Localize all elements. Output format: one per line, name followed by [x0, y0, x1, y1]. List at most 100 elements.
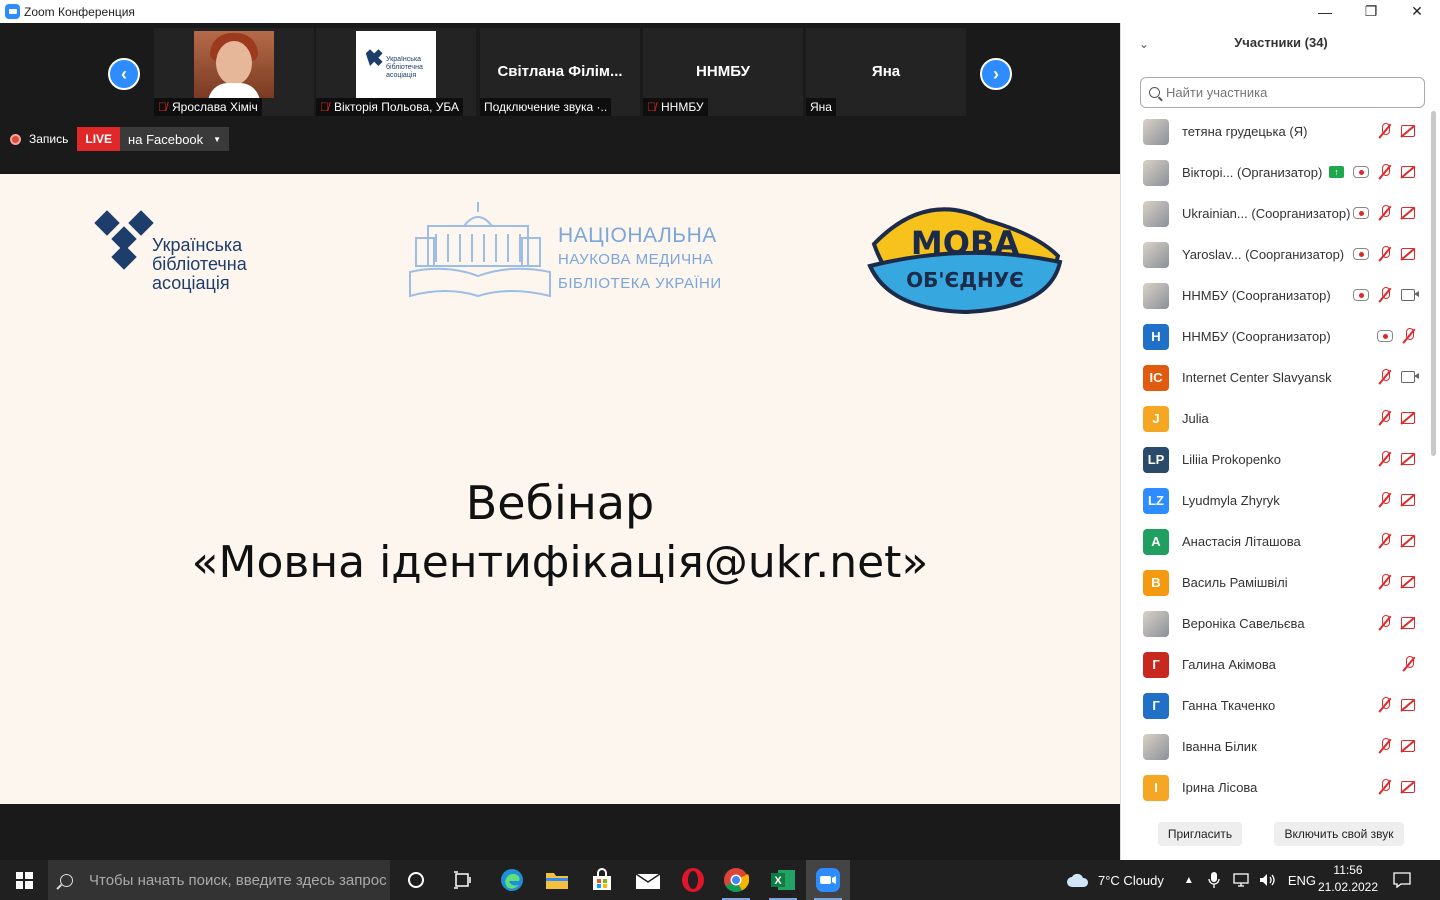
participant-avatar: [1143, 159, 1169, 186]
mic-muted-icon[interactable]: [1378, 738, 1392, 754]
video-off-icon[interactable]: [1401, 616, 1419, 629]
video-tile[interactable]: 🎙̸ Ярослава Хіміч: [154, 28, 314, 116]
caret-down-icon: ▼: [213, 134, 222, 144]
participant-row[interactable]: тетяна грудецька (Я): [1121, 111, 1431, 152]
prev-page-button[interactable]: ‹: [108, 58, 140, 90]
opera-button[interactable]: [671, 860, 715, 900]
participant-name: Вікторі... (Организатор): [1182, 165, 1323, 180]
unmute-myself-button[interactable]: Включить свой звук: [1274, 822, 1404, 846]
video-off-icon[interactable]: [1401, 739, 1419, 752]
participant-avatar: Н: [1143, 323, 1169, 350]
mic-muted-icon[interactable]: [1378, 205, 1392, 221]
minimize-button[interactable]: —: [1302, 0, 1348, 23]
participant-name: Internet Center Slavyansk: [1182, 370, 1332, 385]
participant-row[interactable]: Yaroslav... (Соорганизатор): [1121, 234, 1431, 275]
participant-row[interactable]: Ukrainian... (Соорганизатор): [1121, 193, 1431, 234]
task-view-button[interactable]: [441, 860, 485, 900]
participant-row[interactable]: Н ННМБУ (Соорганизатор): [1121, 316, 1431, 357]
video-camera-icon[interactable]: [1401, 371, 1419, 383]
video-off-icon[interactable]: [1401, 124, 1419, 137]
video-off-icon[interactable]: [1401, 247, 1419, 260]
participant-row[interactable]: Г Галина Акімова: [1121, 644, 1431, 685]
video-tile[interactable]: Яна Яна: [806, 28, 966, 116]
uba-logo-text: Українська бібліотечна асоціація: [152, 235, 247, 293]
volume-icon[interactable]: [1258, 872, 1276, 888]
participant-row[interactable]: ННМБУ (Соорганизатор): [1121, 275, 1431, 316]
next-page-button[interactable]: ›: [980, 58, 1012, 90]
video-off-icon[interactable]: [1401, 165, 1419, 178]
mic-muted-icon[interactable]: [1378, 533, 1392, 549]
mic-muted-icon[interactable]: [1378, 164, 1392, 180]
mic-muted-icon[interactable]: [1378, 697, 1392, 713]
participant-row[interactable]: Вікторі... (Организатор) ↑: [1121, 152, 1431, 193]
participant-row[interactable]: Вероніка Савельєва: [1121, 603, 1431, 644]
video-off-icon[interactable]: [1401, 575, 1419, 588]
microphone-icon[interactable]: [1208, 871, 1220, 889]
participant-avatar: [1143, 282, 1169, 309]
close-button[interactable]: ✕: [1394, 0, 1440, 23]
cortana-button[interactable]: [394, 860, 438, 900]
file-explorer-button[interactable]: [535, 860, 579, 900]
participant-row[interactable]: А Анастасія Літашова: [1121, 521, 1431, 562]
mic-muted-icon[interactable]: [1378, 246, 1392, 262]
video-off-icon[interactable]: [1401, 452, 1419, 465]
mic-muted-icon[interactable]: [1378, 779, 1392, 795]
mic-muted-icon[interactable]: [1378, 369, 1392, 385]
mic-muted-icon[interactable]: [1378, 492, 1392, 508]
participant-search[interactable]: [1140, 77, 1425, 108]
mic-muted-icon[interactable]: [1378, 123, 1392, 139]
mic-muted-icon[interactable]: [1378, 615, 1392, 631]
video-tile[interactable]: Світлана Філім... Подключение звука ·..: [480, 28, 640, 116]
participant-avatar: В: [1143, 569, 1169, 596]
participant-row[interactable]: IC Internet Center Slavyansk: [1121, 357, 1431, 398]
video-camera-icon[interactable]: [1401, 289, 1419, 301]
notifications-button[interactable]: [1380, 860, 1424, 900]
mic-muted-icon[interactable]: [1378, 410, 1392, 426]
video-off-icon[interactable]: [1401, 534, 1419, 547]
participant-row[interactable]: LP Liliia Prokopenko: [1121, 439, 1431, 480]
participant-row[interactable]: J Julia: [1121, 398, 1431, 439]
record-label[interactable]: Запись: [29, 132, 68, 146]
participant-row[interactable]: Іванна Білик: [1121, 726, 1431, 767]
video-off-icon[interactable]: [1401, 493, 1419, 506]
video-off-icon[interactable]: [1401, 780, 1419, 793]
chrome-button[interactable]: [714, 860, 758, 900]
excel-button[interactable]: X: [761, 860, 805, 900]
zoom-taskbar-button[interactable]: [806, 860, 850, 900]
edge-app-button[interactable]: [490, 860, 534, 900]
start-button[interactable]: [0, 860, 48, 900]
network-icon[interactable]: [1232, 872, 1250, 888]
video-tile[interactable]: Українська бібліотечна асоціація 🎙̸ Вікт…: [316, 28, 476, 116]
cloud-weather-icon: [1067, 873, 1089, 887]
mic-muted-icon[interactable]: [1402, 656, 1416, 672]
invite-button[interactable]: Пригласить: [1158, 822, 1242, 846]
participant-row[interactable]: Г Ганна Ткаченко: [1121, 685, 1431, 726]
mic-muted-icon[interactable]: [1378, 287, 1392, 303]
participant-row[interactable]: В Василь Рамішвілі: [1121, 562, 1431, 603]
mail-button[interactable]: [626, 860, 670, 900]
taskbar-clock[interactable]: 11:56 21.02.2022: [1310, 862, 1386, 896]
svg-text:бібліотечна: бібліотечна: [386, 63, 423, 71]
tray-up-arrow-icon[interactable]: ▲: [1184, 875, 1194, 886]
participant-name: Yaroslav... (Соорганизатор): [1182, 247, 1345, 262]
participant-avatar: [1143, 200, 1169, 227]
participant-row[interactable]: LZ Lyudmyla Zhyryk: [1121, 480, 1431, 521]
mic-muted-icon[interactable]: [1378, 451, 1392, 467]
participant-search-input[interactable]: [1166, 85, 1406, 100]
mic-muted-icon[interactable]: [1402, 328, 1416, 344]
stream-target-dropdown[interactable]: на Facebook ▼: [120, 127, 230, 151]
video-tile[interactable]: ННМБУ 🎙̸ ННМБУ: [643, 28, 803, 116]
weather-text[interactable]: 7°C Cloudy: [1098, 873, 1164, 888]
maximize-button[interactable]: ❐: [1348, 0, 1394, 23]
taskbar-search[interactable]: Чтобы начать поиск, введите здесь запрос: [48, 860, 390, 900]
video-off-icon[interactable]: [1401, 411, 1419, 424]
video-off-icon[interactable]: [1401, 206, 1419, 219]
svg-text:асоціація: асоціація: [386, 71, 416, 79]
participant-photo: [194, 31, 274, 98]
mic-muted-icon[interactable]: [1378, 574, 1392, 590]
participant-avatar: Г: [1143, 651, 1169, 678]
participant-list-scrollbar[interactable]: [1431, 111, 1436, 456]
store-button[interactable]: [580, 860, 624, 900]
video-off-icon[interactable]: [1401, 698, 1419, 711]
participant-row[interactable]: І Ірина Лісова: [1121, 767, 1431, 808]
